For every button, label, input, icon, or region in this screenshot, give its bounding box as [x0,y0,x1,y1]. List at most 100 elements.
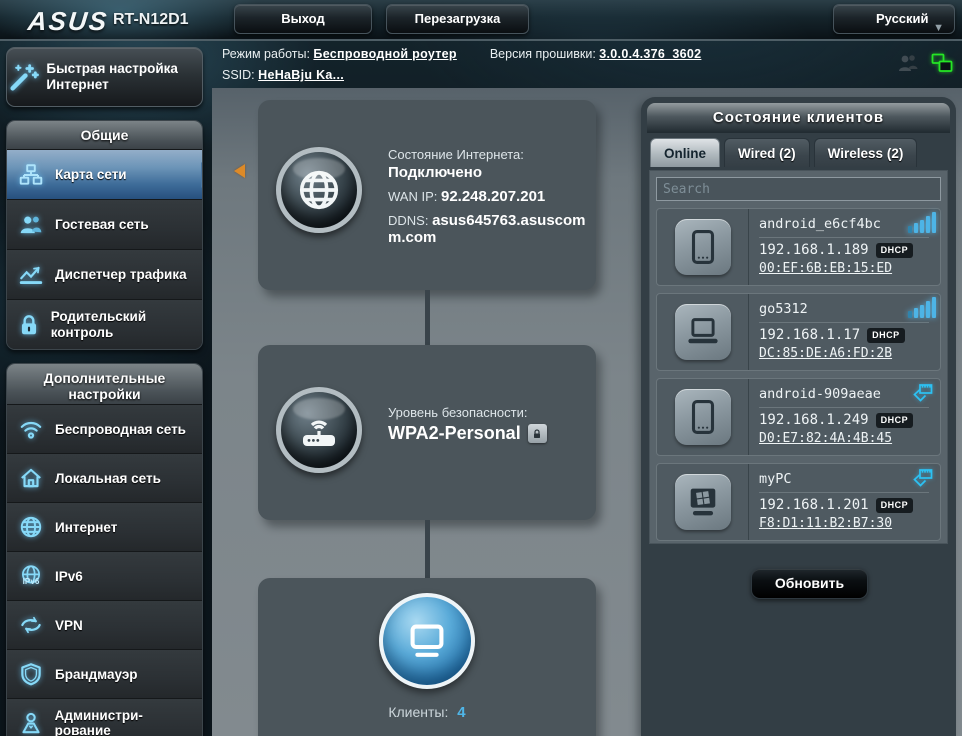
client-tabs: Online Wired (2) Wireless (2) [650,138,917,167]
sidebar-item-firewall[interactable]: Брандмауэр [7,649,202,698]
ddns-label: DDNS: [388,213,428,228]
client-ip: 192.168.1.201 [759,497,869,513]
lan-status-icon[interactable] [930,52,954,74]
ethernet-plug-icon [910,466,936,490]
sidebar-item-label: VPN [55,618,87,633]
internet-status-value: Подключено [388,164,588,181]
firmware-label: Версия прошивки: [490,47,596,61]
client-mac-link[interactable]: DC:85:DE:A6:FD:2B [759,346,892,361]
router-icon [276,387,362,473]
sidebar-item-traffic-manager[interactable]: Диспетчер трафика [7,249,202,299]
map-connector-line [425,290,430,345]
top-bar: ASUS RT-N12D1 Выход Перезагрузка Русский… [0,0,962,41]
chevron-down-icon: ▼ [933,14,944,42]
connected-users-icon[interactable] [896,52,920,74]
client-status-panel: Состояние клиентов Online Wired (2) Wire… [641,97,956,736]
sidebar-item-label: Брандмауэр [55,667,142,682]
sidebar-item-label: Локальная сеть [55,471,165,486]
search-input[interactable] [656,177,941,201]
client-name: myPC [759,471,932,487]
ethernet-plug-icon [910,381,936,405]
section-title-advanced: Дополнительные настройки [7,364,202,404]
traffic-chart-icon [7,262,55,288]
sidebar-item-wan[interactable]: Интернет [7,502,202,551]
phone-device-icon [675,389,731,445]
sidebar-item-wireless[interactable]: Беспроводная сеть [7,404,202,453]
sidebar-section-advanced: Дополнительные настройки Беспроводная се… [6,363,203,736]
clients-count: 4 [457,704,465,721]
ssid-link[interactable]: HeHaBju Ka... [258,68,344,82]
map-connector-line [425,520,430,578]
lock-icon [7,312,51,338]
home-icon [7,465,55,491]
dhcp-badge: DHCP [876,413,914,428]
security-card[interactable]: Уровень безопасности: WPA2-Personal [258,345,596,520]
internet-status-card[interactable]: Состояние Интернета: Подключено WAN IP: … [258,100,596,290]
client-ip: 192.168.1.249 [759,412,869,428]
language-dropdown[interactable]: Русский ▼ [833,4,955,34]
client-row[interactable]: go5312 192.168.1.17 DHCP DC:85:DE:A6:FD:… [656,293,941,371]
laptop-device-icon [675,304,731,360]
panel-title: Состояние клиентов [647,103,950,133]
info-bar: Режим работы: Беспроводной роутер Версия… [222,47,822,89]
sidebar-item-guest-network[interactable]: Гостевая сеть [7,199,202,249]
vpn-arrows-icon [7,612,55,638]
sidebar-item-ipv6[interactable]: IPv6 IPv6 [7,551,202,600]
client-name: android-909aeae [759,386,932,402]
section-title-general: Общие [7,121,202,149]
windows-pc-device-icon [675,474,731,530]
dhcp-badge: DHCP [867,328,905,343]
shield-icon [7,661,55,687]
security-level-label: Уровень безопасности: [388,405,588,420]
admin-person-icon [7,710,55,736]
tab-wired[interactable]: Wired (2) [724,138,810,167]
sidebar-item-label: Беспроводная сеть [55,422,190,437]
sidebar-section-general: Общие Карта сети Гост [6,120,203,350]
sidebar-item-lan[interactable]: Локальная сеть [7,453,202,502]
sidebar-item-vpn[interactable]: VPN [7,600,202,649]
security-level-value: WPA2-Personal [388,423,521,444]
wan-ip-line: WAN IP: 92.248.207.201 [388,188,593,205]
client-ip: 192.168.1.189 [759,242,869,258]
client-row[interactable]: android-909aeae 192.168.1.249 DHCP D0:E7 [656,378,941,456]
tab-online[interactable]: Online [650,138,720,167]
sidebar-item-parental-control[interactable]: Родительский контроль [7,299,202,349]
clients-node-card[interactable]: Клиенты: 4 [258,578,596,736]
clients-count-line: Клиенты: 4 [258,704,596,721]
magic-wand-icon [7,60,46,94]
refresh-button[interactable]: Обновить [751,568,868,599]
quick-setup-button[interactable]: Быстрая настройка Интернет [6,47,203,107]
ddns-line: DDNS: asus645763.asuscomm.com [388,212,593,246]
main-content: Состояние Интернета: Подключено WAN IP: … [212,88,962,736]
clients-monitor-icon [379,593,475,689]
tab-wireless[interactable]: Wireless (2) [814,138,918,167]
language-label: Русский [876,11,929,26]
wan-ip-value: 92.248.207.201 [441,188,545,205]
wifi-signal-icon [908,296,936,318]
dhcp-badge: DHCP [876,498,914,513]
client-mac-link[interactable]: D0:E7:82:4A:4B:45 [759,431,892,446]
client-row[interactable]: myPC 192.168.1.201 DHCP F8:D1:11:B2:B7:3 [656,463,941,541]
sidebar-item-administration[interactable]: Администри-рование [7,698,202,736]
mode-link[interactable]: Беспроводной роутер [313,47,456,61]
internet-status-label: Состояние Интернета: [388,147,588,162]
firmware-link[interactable]: 3.0.0.4.376_3602 [599,47,701,61]
logout-button[interactable]: Выход [234,4,372,34]
ssid-label: SSID: [222,68,255,82]
mode-label: Режим работы: [222,47,310,61]
internet-globe-icon [276,147,362,233]
client-mac-link[interactable]: F8:D1:11:B2:B7:30 [759,516,892,531]
sidebar-item-label: Администри-рование [55,708,202,736]
globe-icon [7,514,55,540]
security-lock-icon [528,424,547,443]
sidebar-item-label: IPv6 [55,569,87,584]
guest-network-icon [7,212,55,238]
client-row[interactable]: android_e6cf4bc 192.168.1.189 DHCP 00:EF… [656,208,941,286]
reboot-button[interactable]: Перезагрузка [386,4,529,34]
client-mac-link[interactable]: 00:EF:6B:EB:15:ED [759,261,892,276]
sidebar-item-label: Гостевая сеть [55,217,153,232]
client-list: android_e6cf4bc 192.168.1.189 DHCP 00:EF… [649,170,948,544]
sidebar: Быстрая настройка Интернет Общие Карта с… [6,47,203,736]
client-ip: 192.168.1.17 [759,327,860,343]
sidebar-item-network-map[interactable]: Карта сети [7,149,202,199]
